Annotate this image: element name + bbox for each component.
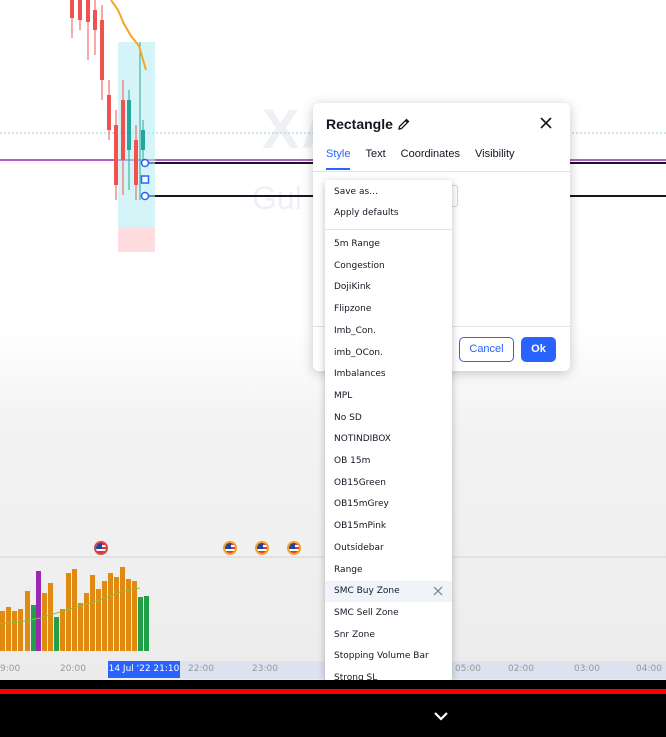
menu-item-label: SMC Buy Zone <box>334 586 400 597</box>
volume-bar <box>144 596 149 651</box>
volume-bar <box>108 573 113 651</box>
time-label: 22:00 <box>188 664 214 674</box>
menu-item-template[interactable]: imb_OCon. <box>325 343 452 364</box>
volume-bar <box>132 581 137 651</box>
menu-item-template[interactable]: OB 15m <box>325 451 452 472</box>
close-icon[interactable] <box>539 116 553 130</box>
menu-item-template[interactable]: OB15Green <box>325 473 452 494</box>
volume-bar <box>0 611 5 651</box>
menu-item-template[interactable]: 5m Range <box>325 234 452 255</box>
menu-item-template[interactable]: OB15mPink <box>325 516 452 537</box>
menu-item-template[interactable]: SMC Sell Zone <box>325 603 452 624</box>
remove-template-icon[interactable] <box>433 586 443 596</box>
time-label: 23:00 <box>252 664 278 674</box>
volume-bar <box>42 593 47 651</box>
volume-bar <box>36 571 41 651</box>
time-label: 04:00 <box>636 664 662 674</box>
menu-divider <box>325 229 452 230</box>
resize-handle-bottom <box>140 191 150 201</box>
volume-bar <box>54 617 59 651</box>
candle-body <box>93 10 97 30</box>
time-label: 02:00 <box>508 664 534 674</box>
volume-bar <box>60 609 65 651</box>
selected-time-label: 14 Jul '22 21:10 <box>108 661 180 678</box>
video-progress-bar[interactable] <box>0 689 666 694</box>
time-label: 05:00 <box>455 664 481 674</box>
chevron-down-icon[interactable] <box>433 710 449 722</box>
ok-button[interactable]: Ok <box>521 337 556 362</box>
candle-body <box>107 95 111 130</box>
volume-bar <box>84 593 89 651</box>
volume-bar <box>18 609 23 651</box>
volume-bar <box>72 569 77 651</box>
volume-bar <box>48 583 53 651</box>
tabs-divider <box>313 171 570 172</box>
volume-bar <box>120 567 125 651</box>
volume-bar <box>96 589 101 651</box>
candle-body <box>100 20 104 80</box>
candle-body <box>121 100 125 160</box>
volume-bar <box>90 575 95 651</box>
volume-bar <box>114 577 119 651</box>
menu-item-template[interactable]: Flipzone <box>325 299 452 320</box>
volume-bar <box>102 581 107 651</box>
menu-item-template[interactable]: Imb_Con. <box>325 321 452 342</box>
menu-item-apply-defaults[interactable]: Apply defaults <box>325 203 452 224</box>
candle-body <box>127 100 131 150</box>
candle-body <box>141 130 145 150</box>
menu-item-template[interactable]: OB15mGrey <box>325 494 452 515</box>
us-flag-event-icon[interactable] <box>94 541 108 555</box>
tab-coordinates[interactable]: Coordinates <box>401 148 460 170</box>
rectangle-zone-lower <box>118 227 155 252</box>
menu-item-template[interactable]: No SD <box>325 408 452 429</box>
pencil-icon[interactable] <box>397 117 411 131</box>
menu-item-template[interactable]: NOTINDIBOX <box>325 429 452 450</box>
us-flag-event-icon[interactable] <box>223 541 237 555</box>
candle-body <box>134 140 138 185</box>
cancel-button[interactable]: Cancel <box>459 337 514 362</box>
menu-item-template[interactable]: Congestion <box>325 256 452 277</box>
dialog-tabs: Style Text Coordinates Visibility <box>326 148 530 170</box>
menu-item-template[interactable]: Strong SL <box>325 668 452 680</box>
volume-bar <box>138 597 143 651</box>
time-label: 20:00 <box>60 664 86 674</box>
menu-item-template[interactable]: Snr Zone <box>325 625 452 646</box>
us-flag-event-icon[interactable] <box>255 541 269 555</box>
candle-body <box>114 125 118 185</box>
volume-bar <box>6 607 11 651</box>
candle-body <box>78 0 82 20</box>
video-player-bar <box>0 680 666 737</box>
volume-bars <box>0 567 149 651</box>
candle-body <box>70 0 74 18</box>
volume-bar <box>78 603 83 651</box>
tab-text[interactable]: Text <box>365 148 385 170</box>
us-flag-event-icon[interactable] <box>287 541 301 555</box>
menu-item-template[interactable]: SMC Buy Zone <box>325 581 452 603</box>
menu-item-template[interactable]: Stopping Volume Bar <box>325 646 452 667</box>
menu-item-template[interactable]: Range <box>325 560 452 581</box>
menu-item-save-as[interactable]: Save as… <box>325 182 452 203</box>
time-label: 9:00 <box>0 664 21 674</box>
volume-bar <box>66 573 71 651</box>
resize-handle-top <box>140 158 150 168</box>
menu-item-template[interactable]: Outsidebar <box>325 538 452 559</box>
resize-handle-middle <box>140 175 150 184</box>
time-label: 03:00 <box>574 664 600 674</box>
tab-visibility[interactable]: Visibility <box>475 148 515 170</box>
menu-item-template[interactable]: MPL <box>325 386 452 407</box>
candle-body <box>86 0 90 22</box>
dialog-title: Rectangle <box>326 116 393 132</box>
menu-item-template[interactable]: Imbalances <box>325 364 452 385</box>
volume-bar <box>31 605 36 651</box>
tab-style[interactable]: Style <box>326 148 351 170</box>
menu-item-template[interactable]: DojiKink <box>325 277 452 298</box>
template-menu: Save as… Apply defaults 5m Range Congesti… <box>325 180 452 680</box>
volume-bar <box>12 611 17 651</box>
